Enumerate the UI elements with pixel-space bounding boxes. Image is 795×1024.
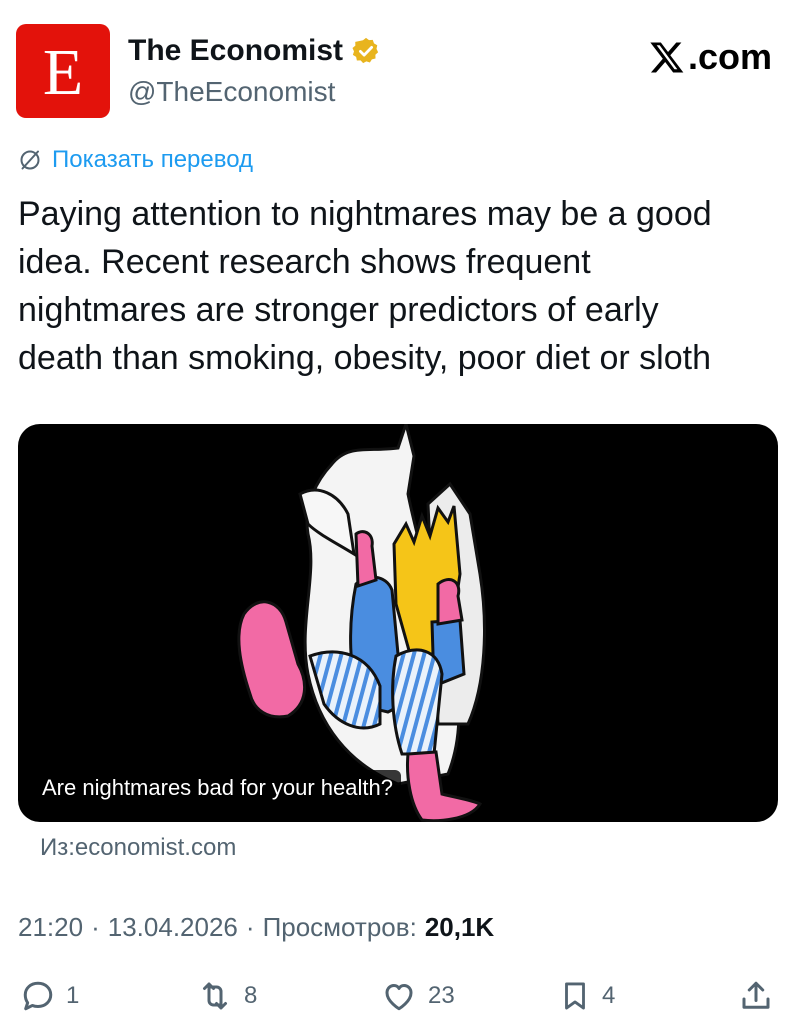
views-label: Просмотров:: [262, 912, 417, 942]
tweet-text-line: Paying attention to nightmares may be a …: [18, 195, 712, 233]
author-avatar[interactable]: E: [16, 24, 110, 118]
show-translation-link[interactable]: Показать перевод: [18, 146, 253, 174]
meta-separator: ·: [245, 912, 255, 942]
x-logo-icon: [650, 42, 684, 73]
tweet-meta: 21:20 · 13.04.2026 · Просмотров: 20,1K: [18, 912, 494, 943]
translate-icon: [20, 150, 40, 170]
tweet-header: E The Economist @TheEconomist .com: [16, 24, 776, 120]
translate-label[interactable]: Показать перевод: [52, 146, 253, 174]
nightmare-illustration: [237, 424, 486, 822]
card-caption[interactable]: Are nightmares bad for your health?: [34, 770, 401, 806]
bookmark-button[interactable]: 4: [558, 978, 615, 1014]
share-button[interactable]: [738, 978, 774, 1014]
meta-separator: ·: [91, 912, 100, 942]
author-display-name[interactable]: The Economist: [128, 34, 343, 68]
tweet-text: Paying attention to nightmares may be a …: [18, 190, 778, 382]
share-icon: [742, 981, 770, 1009]
brand-mark: .com: [648, 36, 772, 78]
like-count: 23: [428, 982, 455, 1009]
views-count[interactable]: 20,1K: [425, 912, 494, 943]
verified-badge-icon: [352, 37, 379, 64]
avatar-letter: E: [42, 36, 84, 109]
tweet-text-line: death than smoking, obesity, poor diet o…: [18, 339, 711, 377]
repost-count: 8: [244, 982, 258, 1009]
brand-domain: .com: [687, 36, 772, 77]
tweet-text-line: nightmares are stronger predictors of ea…: [18, 291, 659, 329]
reply-icon: [23, 981, 53, 1011]
bookmark-icon: [565, 982, 585, 1010]
reply-button[interactable]: 1: [20, 978, 79, 1014]
heart-icon: [385, 984, 413, 1011]
tweet-time[interactable]: 21:20: [18, 912, 83, 943]
card-source[interactable]: Из:economist.com: [40, 834, 236, 862]
link-card-image[interactable]: Are nightmares bad for your health?: [18, 424, 778, 822]
author-name-row: The Economist: [128, 34, 381, 68]
reply-count: 1: [66, 982, 80, 1009]
repost-icon: [203, 982, 227, 1010]
repost-button[interactable]: 8: [196, 978, 257, 1014]
tweet-text-line: idea. Recent research shows frequent: [18, 243, 591, 281]
tweet-date[interactable]: 13.04.2026: [108, 912, 238, 943]
tweet-actions-bar: 1 8 23 4: [18, 978, 778, 1018]
like-button[interactable]: 23: [380, 978, 455, 1014]
author-handle[interactable]: @TheEconomist: [128, 76, 335, 108]
bookmark-count: 4: [602, 982, 616, 1009]
